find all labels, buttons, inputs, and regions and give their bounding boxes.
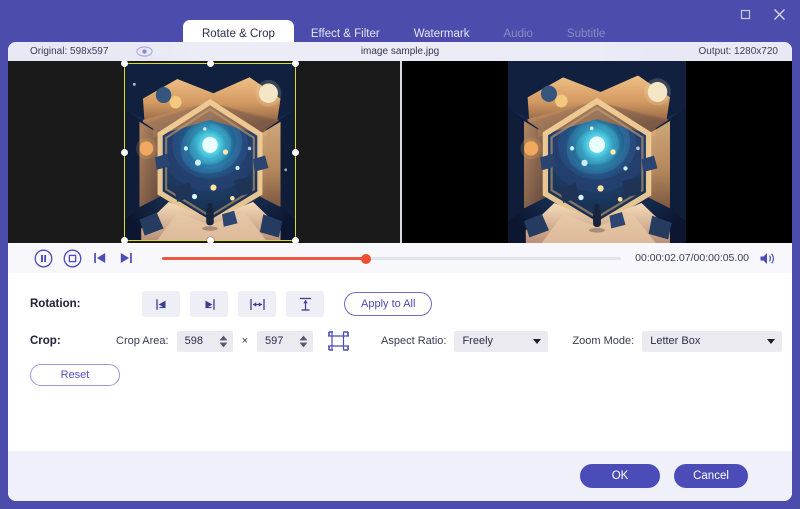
- preview-area: [8, 61, 792, 243]
- chevron-up-icon: [219, 335, 227, 340]
- flip-vertical-button[interactable]: [286, 291, 324, 317]
- crop-width-arrows[interactable]: [219, 335, 228, 348]
- aspect-ratio-select[interactable]: Freely: [454, 330, 549, 352]
- zoom-mode-label: Zoom Mode:: [572, 335, 635, 347]
- chevron-down-icon: [533, 339, 542, 344]
- rotation-row: Rotation: Apply to All: [8, 287, 792, 321]
- chevron-up-icon: [299, 335, 308, 340]
- rotate-right-button[interactable]: [190, 291, 228, 317]
- aspect-ratio-label: Aspect Ratio:: [381, 335, 447, 347]
- reset-button[interactable]: Reset: [30, 364, 120, 386]
- previous-frame-icon[interactable]: [92, 250, 108, 266]
- crop-height-arrows[interactable]: [299, 335, 308, 348]
- crop-dimension-separator: ×: [241, 335, 249, 347]
- seek-progress: [162, 257, 367, 260]
- zoom-mode-value: Letter Box: [650, 335, 701, 347]
- seek-bar[interactable]: [162, 253, 622, 264]
- pause-icon[interactable]: [34, 249, 53, 268]
- cancel-button[interactable]: Cancel: [674, 464, 748, 488]
- transport-bar: 00:00:02.07/00:00:05.00: [8, 243, 792, 273]
- time-display: 00:00:02.07/00:00:05.00: [635, 252, 749, 264]
- crop-width-stepper[interactable]: [176, 330, 233, 352]
- chevron-down-icon: [767, 339, 776, 344]
- rotate-left-button[interactable]: [142, 291, 180, 317]
- zoom-mode-select[interactable]: Letter Box: [642, 330, 783, 352]
- main-panel: Original: 598x597 image sample.jpg Outpu…: [8, 42, 792, 501]
- info-bar: Original: 598x597 image sample.jpg Outpu…: [8, 42, 792, 61]
- crop-grid-icon[interactable]: [327, 330, 351, 352]
- crop-label: Crop:: [30, 335, 61, 347]
- dialog-footer: OK Cancel: [8, 451, 792, 501]
- crop-area-label: Crop Area:: [116, 335, 169, 347]
- aspect-ratio-value: Freely: [462, 335, 494, 347]
- crop-height-input[interactable]: [265, 335, 298, 347]
- crop-row: Crop: Crop Area: ×: [8, 326, 792, 356]
- flip-horizontal-button[interactable]: [238, 291, 276, 317]
- flip-horizontal-icon: [249, 298, 265, 310]
- source-image: [124, 63, 296, 241]
- video-editor-window: Rotate & Crop Effect & Filter Watermark …: [0, 0, 800, 509]
- preview-divider: [400, 61, 402, 243]
- playback-controls: [34, 249, 134, 268]
- chevron-down-icon: [219, 342, 227, 347]
- rotation-label: Rotation:: [30, 298, 81, 310]
- rotate-left-icon: [155, 298, 165, 310]
- chevron-down-icon: [299, 342, 308, 347]
- flip-vertical-icon: [299, 297, 311, 311]
- rotate-right-icon: [205, 298, 215, 310]
- controls-area: Rotation: Apply to All Crop: Crop Area: …: [8, 273, 792, 453]
- ok-button[interactable]: OK: [580, 464, 660, 488]
- stop-icon[interactable]: [63, 249, 82, 268]
- output-image: [508, 61, 686, 243]
- apply-to-all-button[interactable]: Apply to All: [344, 292, 433, 316]
- crop-height-stepper[interactable]: [257, 330, 314, 352]
- next-frame-icon[interactable]: [118, 250, 134, 266]
- output-resolution-label: Output: 1280x720: [592, 42, 792, 61]
- crop-width-input[interactable]: [184, 335, 217, 347]
- volume-icon[interactable]: [759, 251, 776, 266]
- seek-handle[interactable]: [361, 253, 372, 264]
- output-preview[interactable]: [400, 61, 792, 243]
- original-preview[interactable]: [8, 61, 400, 243]
